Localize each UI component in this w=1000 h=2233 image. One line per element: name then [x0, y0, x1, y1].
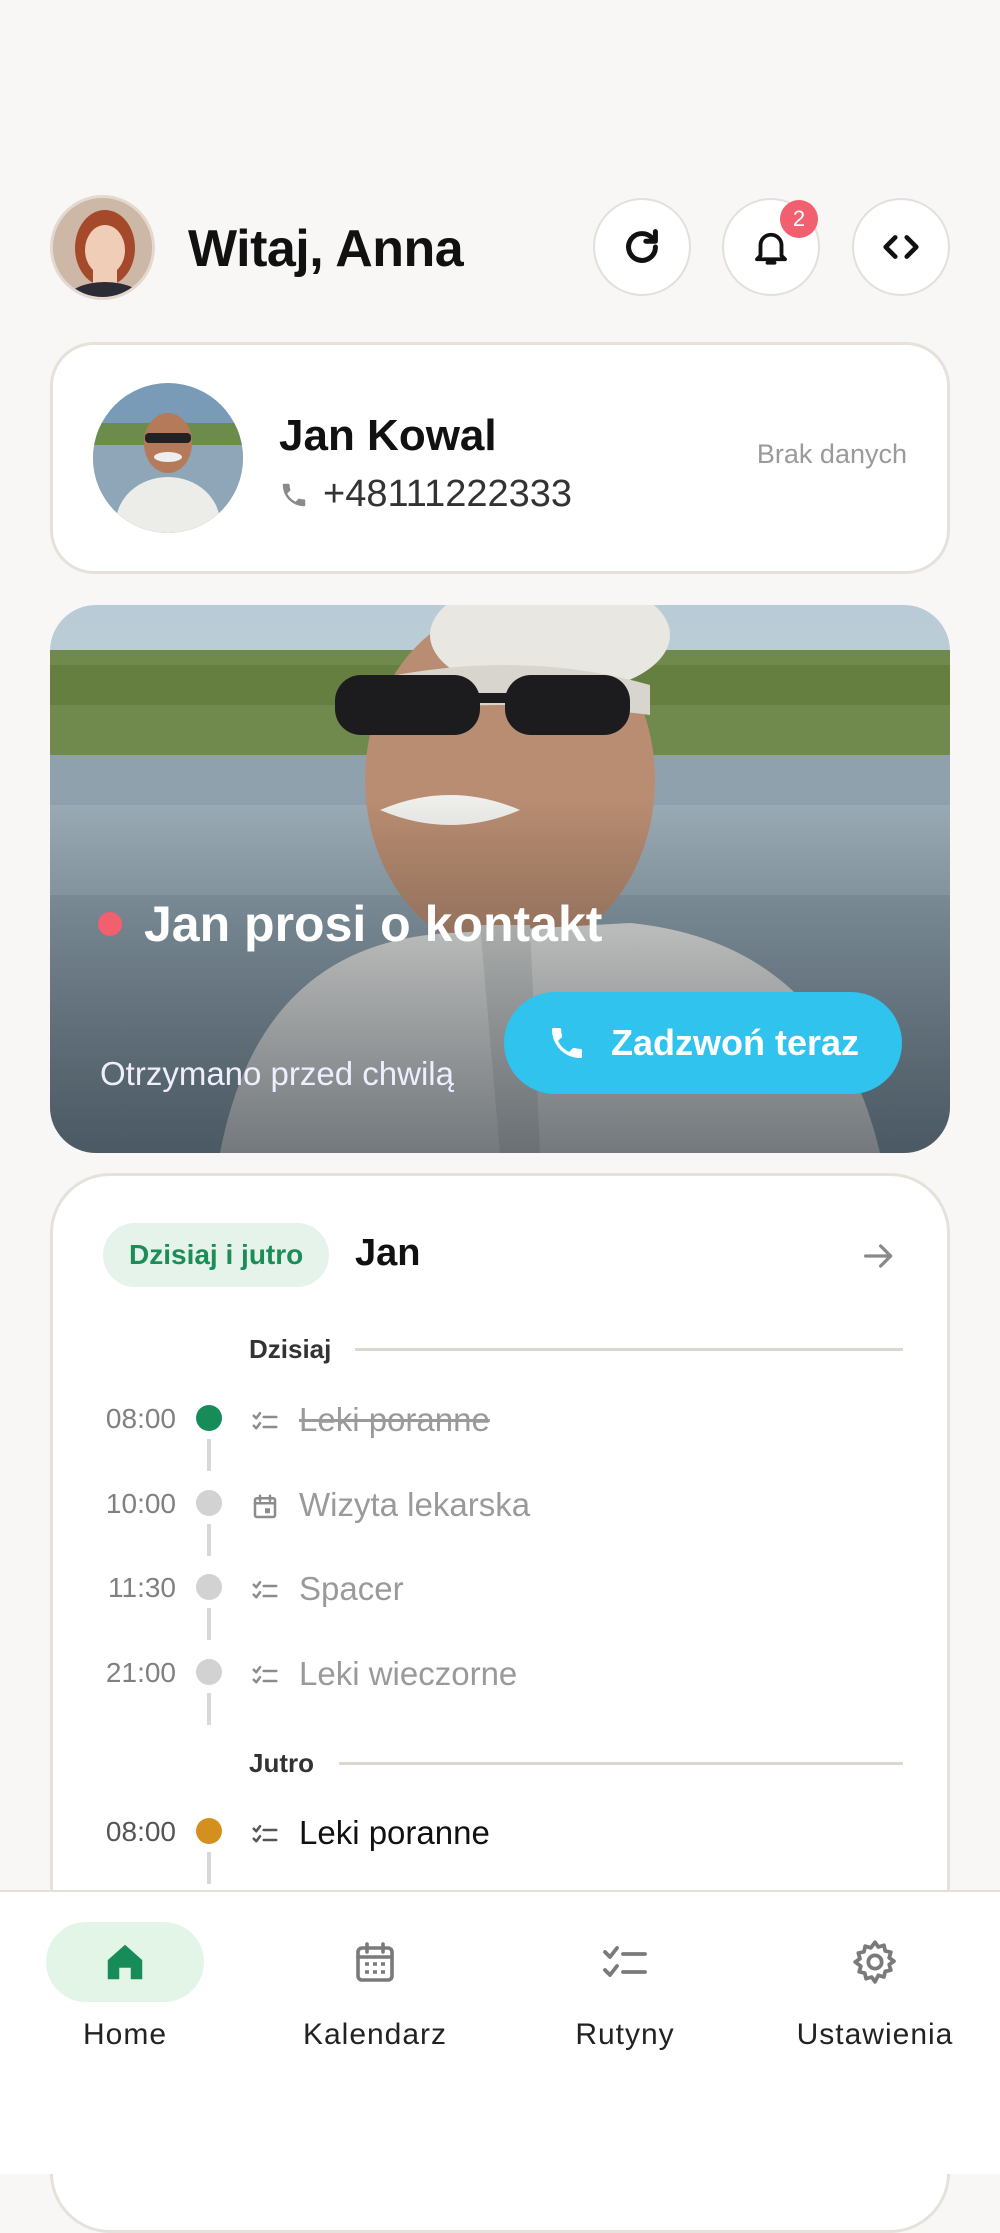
contact-request-title: Jan prosi o kontakt — [98, 895, 602, 953]
nav-calendar-label: Kalendarz — [302, 2018, 448, 2051]
contact-request-card: Jan prosi o kontakt Otrzymano przed chwi… — [50, 605, 950, 1153]
schedule-range-chip[interactable]: Dzisiaj i jutro — [103, 1223, 330, 1287]
nav-routines-label: Rutyny — [575, 2018, 675, 2051]
refresh-button[interactable] — [593, 198, 691, 296]
nav-settings[interactable]: Ustawienia — [750, 1922, 1000, 2052]
status-dot — [196, 1818, 222, 1844]
status-dot — [196, 1405, 222, 1431]
calendar-icon — [253, 1494, 277, 1519]
user-avatar[interactable] — [50, 195, 155, 300]
status-dot — [196, 1659, 222, 1685]
status-dot — [196, 1574, 222, 1600]
nav-home[interactable]: Home — [0, 1922, 250, 2052]
nav-calendar-pill — [296, 1922, 454, 2002]
contact-phone-number: +48111222333 — [323, 473, 573, 515]
checklist-icon — [603, 1946, 647, 1977]
header: Witaj, Anna 2 — [50, 195, 950, 300]
notification-badge: 2 — [780, 200, 818, 238]
call-now-label: Zadzwoń teraz — [610, 1022, 860, 1063]
item-label: Leki wieczorne — [299, 1655, 518, 1692]
nav-settings-pill — [796, 1922, 954, 2002]
schedule-item[interactable]: 08:00 Leki poranne — [53, 1393, 953, 1471]
contact-phone[interactable]: +48111222333 — [279, 473, 572, 516]
item-time: 11:30 — [108, 1572, 176, 1603]
contact-status: Brak danych — [756, 439, 907, 469]
item-time: 08:00 — [105, 1403, 176, 1434]
schedule-person: Jan — [355, 1232, 421, 1274]
arrow-right-icon — [864, 1244, 893, 1268]
refresh-icon — [626, 229, 658, 263]
checklist-icon — [252, 1412, 278, 1430]
nav-calendar[interactable]: Kalendarz — [250, 1922, 500, 2052]
code-icon — [883, 235, 919, 259]
gear-icon — [853, 1940, 896, 1984]
nav-routines[interactable]: Rutyny — [500, 1922, 750, 2052]
call-now-button[interactable]: Zadzwoń teraz — [504, 992, 902, 1094]
item-label: Leki poranne — [299, 1814, 490, 1851]
nav-settings-label: Ustawienia — [796, 2018, 954, 2051]
contact-avatar — [93, 383, 243, 533]
home-icon — [107, 1944, 143, 1980]
checklist-icon — [252, 1581, 278, 1599]
timeline-connector — [207, 1439, 211, 1471]
today-label: Dzisiaj — [249, 1334, 332, 1364]
schedule-open-button[interactable] — [859, 1236, 899, 1281]
alert-dot — [98, 912, 122, 936]
notifications-button[interactable]: 2 — [722, 198, 820, 296]
item-time: 08:00 — [105, 1816, 176, 1847]
checklist-icon — [252, 1666, 278, 1684]
timeline-connector — [207, 1524, 211, 1556]
calendar-icon — [356, 1942, 394, 1982]
greeting: Witaj, Anna — [188, 220, 464, 278]
contact-request-time: Otrzymano przed chwilą — [100, 1055, 454, 1092]
timeline-connector — [207, 1693, 211, 1725]
nav-routines-pill — [546, 1922, 704, 2002]
nav-home-pill — [46, 1922, 204, 2002]
schedule-item[interactable]: 10:00 Wizyta lekarska — [53, 1478, 953, 1556]
divider — [339, 1762, 903, 1765]
schedule-item[interactable]: 08:00 Leki poranne — [53, 1806, 953, 1884]
phone-icon — [282, 483, 306, 506]
status-dot — [196, 1490, 222, 1516]
contact-card[interactable]: Jan Kowal +48111222333 Brak danych — [50, 342, 950, 574]
code-button[interactable] — [852, 198, 950, 296]
nav-home-label: Home — [82, 2018, 168, 2051]
bottom-navigation: Home Kalendarz Rutyny Ustawienia — [0, 1890, 1000, 2174]
schedule-item[interactable]: 11:30 Spacer — [53, 1562, 953, 1640]
checklist-icon — [252, 1825, 278, 1843]
tomorrow-label: Jutro — [249, 1748, 314, 1778]
divider — [355, 1348, 903, 1351]
item-label: Spacer — [299, 1570, 404, 1607]
item-label: Leki poranne — [299, 1401, 490, 1438]
item-time: 21:00 — [105, 1657, 176, 1688]
schedule-item[interactable]: 21:00 Leki wieczorne — [53, 1647, 953, 1725]
item-label: Wizyta lekarska — [299, 1486, 531, 1523]
timeline-connector — [207, 1852, 211, 1884]
item-time: 10:00 — [105, 1488, 176, 1519]
contact-name: Jan Kowal — [279, 411, 497, 460]
contact-request-text: Jan prosi o kontakt — [144, 896, 603, 952]
phone-icon — [551, 1028, 582, 1058]
timeline-connector — [207, 1608, 211, 1640]
